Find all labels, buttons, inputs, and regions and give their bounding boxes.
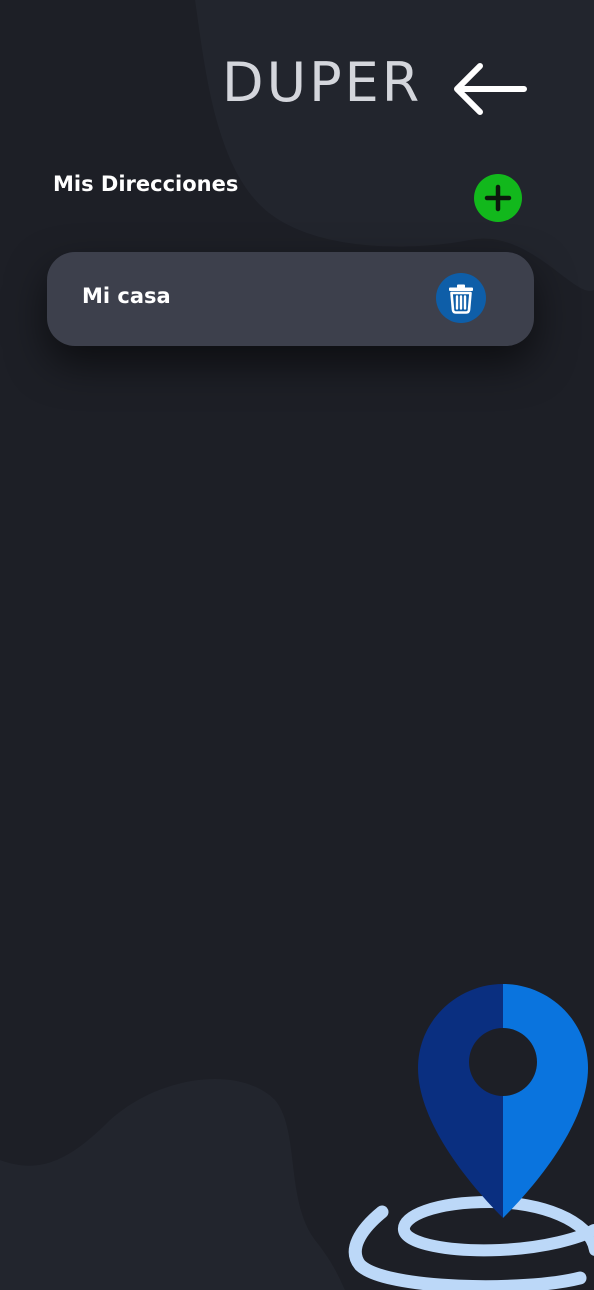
arrow-left-icon <box>454 63 527 115</box>
back-button[interactable] <box>448 58 530 120</box>
address-card[interactable]: Mi casa <box>47 252 534 346</box>
add-address-button[interactable] <box>474 174 522 222</box>
addresses-screen: DUPER Mis Direcciones Mi casa <box>0 0 594 1290</box>
plus-icon <box>484 184 512 212</box>
trash-icon <box>449 284 473 314</box>
location-pin-icon <box>348 984 594 1290</box>
app-logo: DUPER <box>222 51 423 114</box>
section-title: Mis Direcciones <box>53 172 239 196</box>
address-name: Mi casa <box>82 284 171 308</box>
delete-address-button[interactable] <box>436 273 486 323</box>
